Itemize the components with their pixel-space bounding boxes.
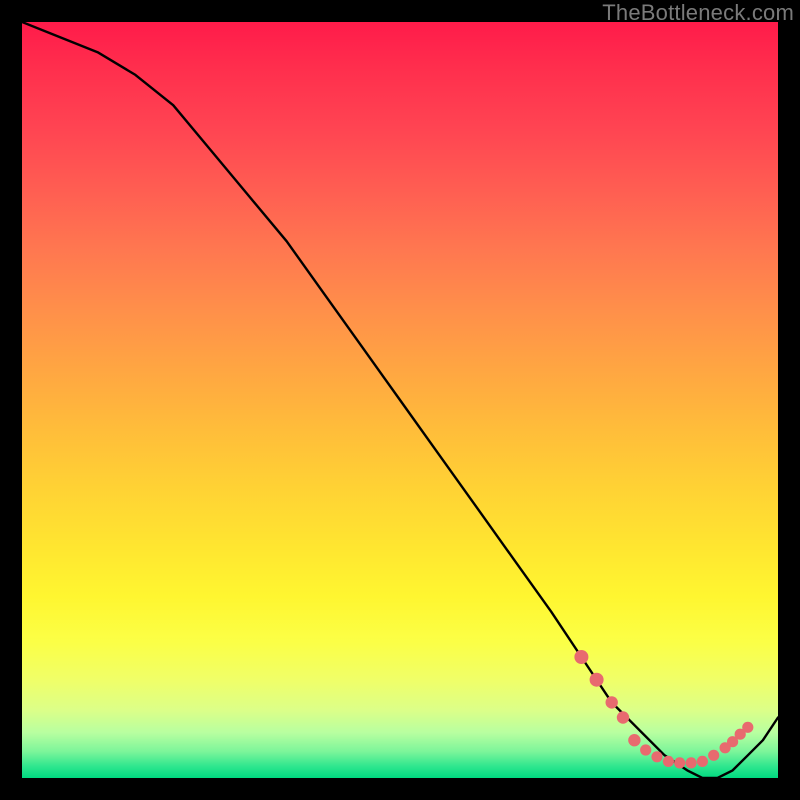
- curve-layer: [22, 22, 778, 778]
- data-point: [617, 711, 629, 723]
- data-point: [708, 750, 719, 761]
- data-point: [574, 650, 588, 664]
- data-point: [651, 751, 662, 762]
- data-point: [590, 673, 604, 687]
- data-points: [574, 650, 753, 769]
- plot-area: [22, 22, 778, 778]
- data-point: [674, 757, 685, 768]
- data-point: [628, 734, 640, 746]
- data-point: [686, 757, 697, 768]
- data-point: [640, 744, 651, 755]
- data-point: [606, 696, 618, 708]
- chart-stage: TheBottleneck.com: [0, 0, 800, 800]
- data-point: [697, 756, 708, 767]
- data-point: [663, 756, 674, 767]
- data-point: [742, 722, 753, 733]
- bottleneck-curve: [22, 22, 778, 778]
